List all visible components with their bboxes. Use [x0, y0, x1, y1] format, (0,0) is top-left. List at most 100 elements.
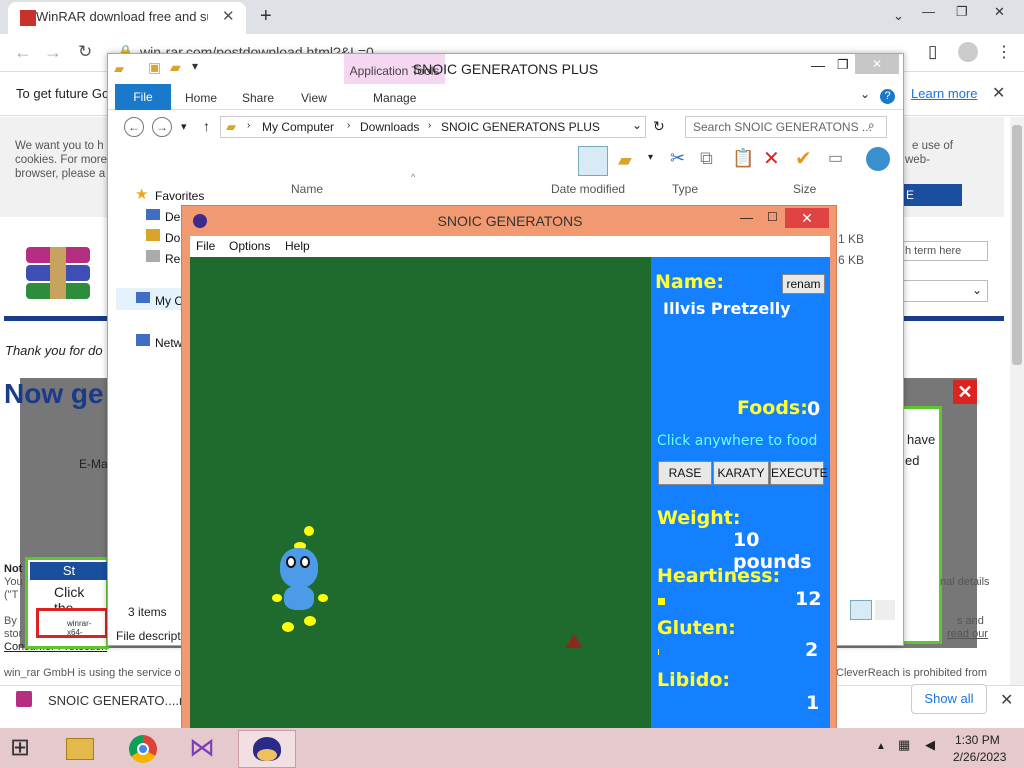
cut-icon[interactable]: ✂ — [670, 148, 685, 169]
game-window: SNOIC GENERATONS — ☐ ✕ File Options Help… — [181, 205, 837, 743]
paste-icon[interactable]: 📋 — [732, 148, 754, 169]
breadcrumb-separator-icon[interactable]: › — [347, 120, 350, 131]
game-maximize-icon[interactable]: ☐ — [767, 210, 778, 224]
globe-icon[interactable] — [866, 147, 890, 171]
nav-downloads[interactable]: Do — [165, 231, 180, 245]
breadcrumb-separator-icon[interactable]: › — [428, 120, 431, 131]
menu-icon[interactable]: ⋮ — [996, 42, 1012, 62]
open-dropdown-icon[interactable]: ▾ — [648, 152, 653, 163]
help-icon[interactable]: ? — [880, 89, 895, 104]
up-icon[interactable]: ↑ — [203, 118, 210, 134]
by-text: By — [4, 615, 17, 627]
menu-help[interactable]: Help — [285, 239, 310, 253]
site-select[interactable]: ⌄ — [900, 280, 988, 302]
recent-locations-icon[interactable]: ▾ — [181, 120, 187, 133]
close-icon[interactable]: ✕ — [994, 4, 1005, 20]
cookie-accept-button[interactable]: E — [900, 184, 962, 206]
column-type[interactable]: Type — [672, 182, 698, 196]
refresh-icon[interactable]: ↻ — [653, 118, 665, 135]
file-size-1: 1 KB — [838, 232, 865, 246]
volume-tray-icon[interactable]: ◀ — [925, 737, 935, 753]
new-tab-icon[interactable]: + — [260, 5, 272, 28]
menu-file[interactable]: File — [196, 239, 215, 253]
menu-options[interactable]: Options — [229, 239, 270, 253]
site-search-input[interactable]: h term here — [900, 241, 988, 261]
learn-more-link[interactable]: Learn more — [911, 86, 977, 101]
search-icon[interactable]: ⌕ — [868, 118, 875, 133]
chrome-taskbar-icon[interactable] — [121, 730, 165, 768]
snoic-game-taskbar-icon[interactable] — [238, 730, 296, 768]
properties-toolbar-icon[interactable]: ▭ — [828, 148, 843, 168]
tab-share[interactable]: Share — [242, 91, 274, 105]
read-our-link[interactable]: read our — [947, 628, 988, 640]
rase-button[interactable]: RASE — [658, 461, 712, 485]
tab-file[interactable]: File — [115, 84, 171, 110]
visual-studio-taskbar-icon[interactable]: ⋈ — [183, 730, 227, 768]
forward-icon[interactable]: → — [44, 42, 62, 63]
preview-pane-icon[interactable] — [578, 146, 608, 176]
tab-search-icon[interactable]: ⌄ — [893, 8, 904, 24]
file-explorer-taskbar-icon[interactable] — [58, 730, 102, 768]
info-bar-close-icon[interactable]: ✕ — [992, 83, 1005, 103]
breadcrumb-current-folder[interactable]: SNOIC GENERATONS PLUS — [441, 120, 600, 134]
open-folder-icon[interactable]: ▰ — [618, 150, 632, 171]
tab-close-icon[interactable]: ✕ — [222, 7, 235, 25]
modal-close-icon[interactable]: ✕ — [953, 380, 977, 404]
minimize-icon[interactable]: — — [922, 4, 935, 19]
clock-date[interactable]: 2/26/2023 — [953, 750, 1006, 764]
gluten-label: Gluten: — [657, 617, 736, 639]
karaty-button[interactable]: KARATY — [713, 461, 769, 485]
explorer-back-icon[interactable]: ← — [124, 117, 144, 137]
explorer-close-icon[interactable]: ✕ — [855, 54, 899, 74]
tab-view[interactable]: View — [301, 91, 327, 105]
download-file-icon — [16, 691, 32, 707]
restore-icon[interactable]: ❐ — [956, 4, 968, 20]
file-description: File descripti — [116, 629, 184, 643]
column-size[interactable]: Size — [793, 182, 816, 196]
show-all-button[interactable]: Show all — [911, 684, 987, 714]
explorer-restore-icon[interactable]: ❐ — [837, 57, 849, 73]
winrar-file-highlight[interactable]: winrar-x64- — [36, 608, 108, 638]
large-icons-view-icon[interactable] — [875, 600, 895, 620]
tab-home[interactable]: Home — [185, 91, 217, 105]
column-name[interactable]: Name — [291, 182, 323, 196]
address-dropdown-icon[interactable]: ⌄ — [632, 118, 642, 132]
cookie-text: We want you to h cookies. For more brows… — [15, 140, 108, 180]
clock-time[interactable]: 1:30 PM — [955, 733, 1000, 747]
game-close-icon[interactable]: ✕ — [785, 208, 829, 228]
sidepanel-icon[interactable]: ▯ — [928, 42, 937, 62]
download-item[interactable]: SNOIC GENERATO....rar — [48, 693, 195, 708]
page-scroll-thumb[interactable] — [1012, 125, 1022, 365]
downloads-close-icon[interactable]: ✕ — [1000, 690, 1013, 710]
reload-icon[interactable]: ↻ — [78, 42, 92, 62]
rename-icon[interactable]: ✔ — [795, 146, 812, 171]
popup-header: St — [30, 562, 108, 580]
nav-favorites[interactable]: Favorites — [155, 189, 204, 203]
nav-network[interactable]: Netw — [155, 336, 182, 350]
explorer-minimize-icon[interactable]: — — [811, 57, 825, 73]
column-date-modified[interactable]: Date modified — [551, 182, 625, 196]
thank-you-text: Thank you for do — [5, 343, 103, 358]
explorer-forward-icon[interactable]: → — [152, 117, 172, 137]
winrar-favicon-icon — [20, 10, 36, 26]
profile-avatar-icon[interactable] — [958, 42, 978, 62]
rename-button[interactable]: renam — [782, 274, 825, 294]
execute-button[interactable]: EXECUTE — [770, 461, 828, 485]
breadcrumb-separator-icon[interactable]: › — [247, 120, 250, 131]
back-icon[interactable]: ← — [14, 42, 32, 63]
breadcrumb-my-computer[interactable]: My Computer — [262, 120, 334, 134]
tab-manage[interactable]: Manage — [373, 91, 416, 105]
show-hidden-icons-icon[interactable]: ▲ — [876, 741, 886, 752]
play-field[interactable] — [190, 257, 651, 732]
copy-icon[interactable]: ⧉ — [700, 148, 713, 169]
ribbon — [108, 84, 903, 110]
delete-icon[interactable]: ✕ — [763, 146, 780, 171]
ribbon-expand-icon[interactable]: ⌄ — [860, 87, 870, 101]
details-view-icon[interactable] — [850, 600, 872, 620]
nav-my-computer[interactable]: My C — [155, 294, 183, 308]
network-tray-icon[interactable]: ▦ — [898, 737, 910, 753]
breadcrumb-downloads[interactable]: Downloads — [360, 120, 419, 134]
start-windows-icon[interactable]: ⊞ — [10, 733, 30, 762]
pet-creature[interactable] — [272, 542, 338, 634]
game-minimize-icon[interactable]: — — [740, 210, 753, 225]
